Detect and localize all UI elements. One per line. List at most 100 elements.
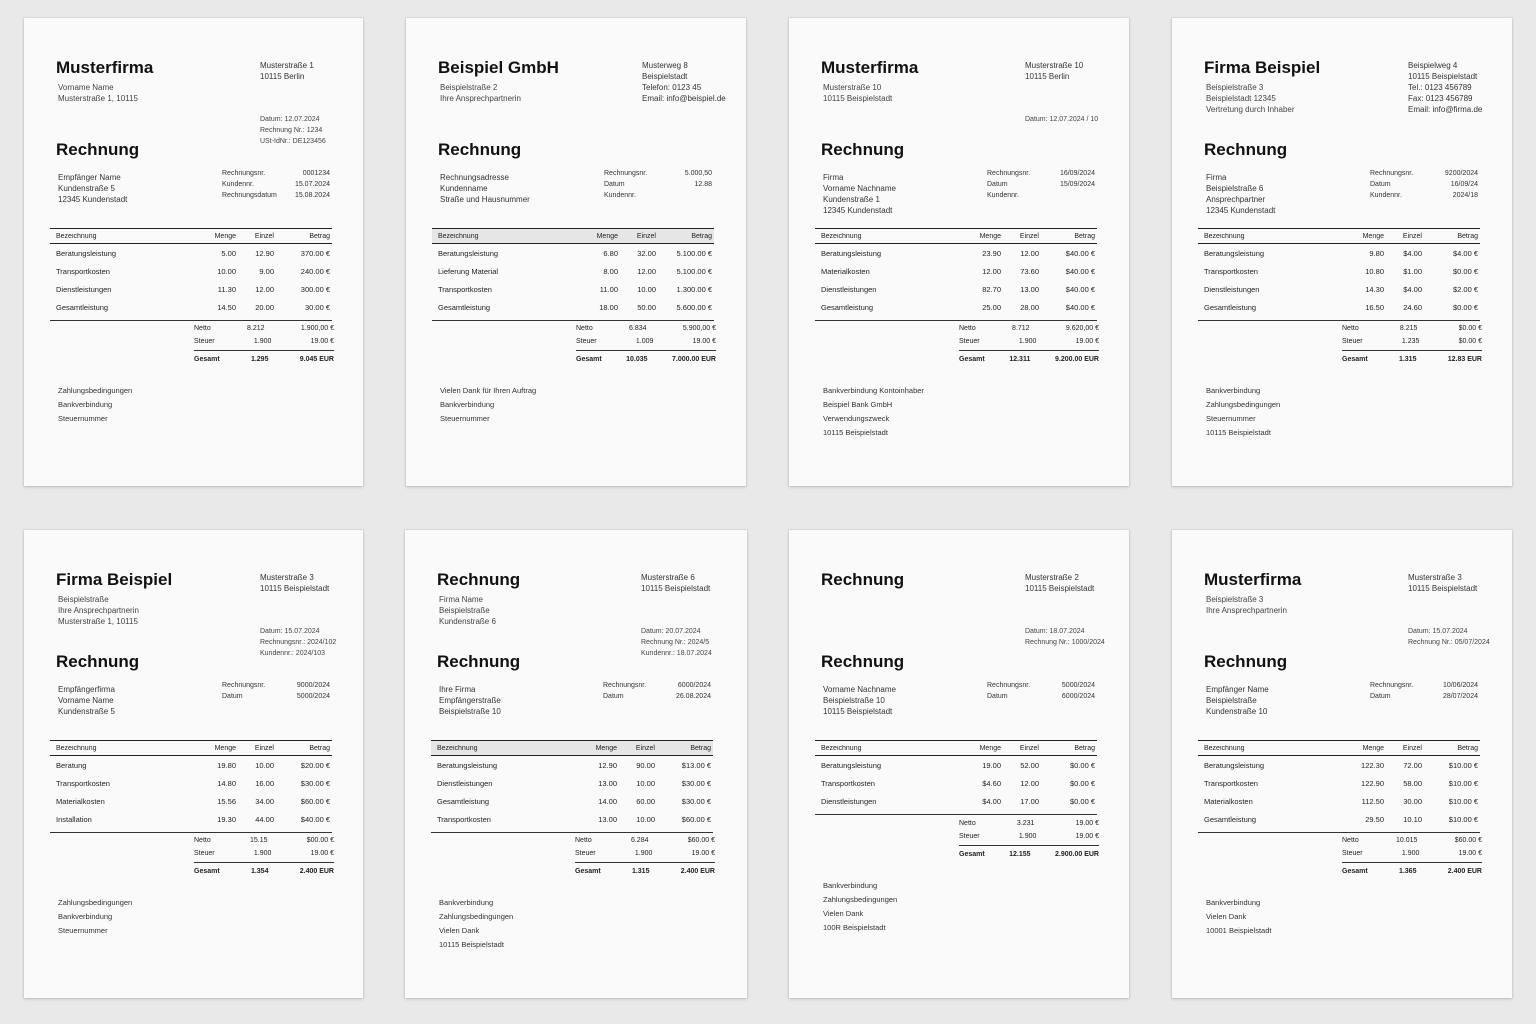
totals-cell: Netto bbox=[576, 325, 593, 332]
totals-row: Gesamt 1.295 9.045 EUR bbox=[194, 350, 334, 366]
recipient-line: Kundenstraße 5 bbox=[58, 707, 115, 716]
totals-cell: Netto bbox=[959, 820, 976, 827]
company-subtitle: Beispielstraße 3 Beispielstadt 12345 Vertr… bbox=[1206, 82, 1295, 115]
table-cell: 6.80 bbox=[603, 249, 618, 258]
subtitle-line: Vorname Name bbox=[58, 83, 114, 92]
table-cell: $10.00 € bbox=[1448, 797, 1478, 806]
table-cell: Dienstleistungen bbox=[1204, 285, 1260, 294]
info-value: 0001234 bbox=[302, 170, 330, 177]
invoice-footer: Zahlungsbedingungen Bankverbindung Steuern… bbox=[58, 896, 132, 938]
totals-cell: 8.212 bbox=[247, 325, 265, 332]
table-cell: 9.80 bbox=[1369, 249, 1384, 258]
footer-line: Vielen Dank bbox=[439, 926, 480, 935]
totals-cell: Gesamt bbox=[194, 356, 220, 363]
info-label: Rechnungsnr. bbox=[603, 682, 647, 689]
table-cell: $40.00 € bbox=[300, 815, 330, 824]
totals-cell: Steuer bbox=[576, 338, 597, 345]
totals-cell: 1.900 bbox=[253, 850, 272, 857]
info-value: 2024/18 bbox=[1452, 192, 1478, 199]
recipient-line: Empfängerfirma bbox=[58, 685, 115, 694]
table-cell: Beratungsleistung bbox=[437, 761, 498, 770]
table-row: Installation 19.30 44.00 $40.00 € bbox=[50, 810, 332, 828]
table-row: Dienstleistungen 82.70 13.00 $40.00 € bbox=[815, 280, 1097, 298]
info-value: 5000/2024 bbox=[1061, 682, 1095, 689]
address-line: 10115 Beispielstadt bbox=[1408, 584, 1478, 593]
totals-cell: Gesamt bbox=[1342, 868, 1368, 875]
totals-row: Gesamt 1.315 2.400 EUR bbox=[575, 862, 715, 878]
company-name: Musterfirma bbox=[1204, 570, 1302, 589]
info-row: Kundennr. 2024/18 bbox=[1370, 190, 1478, 201]
info-row: Datum 28/07/2024 bbox=[1370, 691, 1478, 702]
table-cell: 60.00 bbox=[636, 797, 655, 806]
company-name: Firma Beispiel bbox=[56, 570, 173, 589]
address-line: Musterstraße 3 bbox=[260, 573, 314, 582]
table-cell: $4.00 € bbox=[1452, 249, 1478, 258]
info-value: 10/06/2024 bbox=[1442, 682, 1478, 689]
info-value: 12.88 bbox=[694, 181, 712, 188]
table-cell: Beratungsleistung bbox=[821, 761, 882, 770]
recipient-line: Vorname Nachname bbox=[823, 184, 896, 193]
table-cell: 5.00 bbox=[221, 249, 236, 258]
table-row: Transportkosten 11.00 10.00 1.300.00 € bbox=[432, 280, 714, 298]
table-cell: Beratungsleistung bbox=[821, 249, 882, 258]
totals-block: Netto 3.231 19.00 € Steuer 1.900 19.00 € Gesam… bbox=[959, 817, 1099, 861]
table-cell: Beratungsleistung bbox=[56, 249, 117, 258]
table-cell: $2.00 € bbox=[1452, 285, 1478, 294]
meta-line: Rechnung Nr.: 1000/2024 bbox=[1025, 639, 1105, 646]
table-cell: 12.90 bbox=[255, 249, 274, 258]
meta-line: Rechnung Nr.: 1234 bbox=[260, 127, 323, 134]
footer-line: Beispiel Bank GmbH bbox=[823, 400, 893, 409]
info-value: 16/09/2024 bbox=[1059, 170, 1095, 177]
meta-line: Kundennr.: 18.07.2024 bbox=[641, 650, 712, 657]
table-row: Dienstleistungen 14.30 $4.00 $2.00 € bbox=[1198, 280, 1480, 298]
invoice-grid: Musterfirma Vorname Name Musterstraße 1, 1… bbox=[0, 0, 1536, 1024]
table-cell: 30.00 bbox=[1403, 797, 1422, 806]
recipient-line: Firma bbox=[1206, 173, 1227, 182]
recipient-address: Firma Beispielstraße 6 Ansprechpartner 1234… bbox=[1206, 172, 1275, 216]
totals-row: Gesamt 12.155 2.900.00 EUR bbox=[959, 845, 1099, 861]
column-header: Bezeichnung bbox=[1204, 233, 1245, 240]
info-label: Rechnungsnr. bbox=[1370, 170, 1414, 177]
table-cell: 29.50 bbox=[1365, 815, 1384, 824]
totals-cell: Netto bbox=[194, 837, 211, 844]
totals-cell: Gesamt bbox=[959, 851, 985, 858]
totals-row: Steuer 1.900 19.00 € bbox=[959, 335, 1099, 348]
meta-line: Rechnungsnr.: 2024/102 bbox=[260, 639, 337, 646]
totals-block: Netto 8.212 1.900,00 € Steuer 1.900 19.00 € Ge… bbox=[194, 322, 334, 366]
info-value: 15.07.2024 bbox=[294, 181, 330, 188]
company-subtitle: Musterstraße 10 10115 Beispielstadt bbox=[823, 82, 892, 104]
column-header: Betrag bbox=[1457, 233, 1478, 240]
recipient-address: Vorname Nachname Beispielstraße 10 10115 B… bbox=[823, 684, 896, 717]
subtitle-line: Vertretung durch Inhaber bbox=[1206, 105, 1295, 114]
table-cell: 14.80 bbox=[217, 779, 236, 788]
sender-address: Musterstraße 6 10115 Beispielstadt bbox=[641, 572, 710, 594]
table-cell: $40.00 € bbox=[1065, 285, 1095, 294]
table-cell: 25.00 bbox=[982, 303, 1001, 312]
table-cell: 5.100.00 € bbox=[676, 249, 712, 258]
table-row: Gesamtleistung 16.50 24.60 $0.00 € bbox=[1198, 298, 1480, 316]
invoice-page: Firma Beispiel Beispielstraße 3 Beispielst… bbox=[1172, 18, 1512, 486]
totals-cell: 9.620,00 € bbox=[1065, 325, 1099, 332]
subtitle-line: Musterstraße 1, 10115 bbox=[58, 617, 138, 626]
info-row: Datum 26.08.2024 bbox=[603, 691, 711, 702]
invoice-footer: Bankverbindung Vielen Dank 10001 Beispiels… bbox=[1206, 896, 1271, 938]
line-items-table: Bezeichnung Menge Einzel Betrag Beratungslei… bbox=[50, 228, 332, 321]
info-row: Rechnungsnr. 5000/2024 bbox=[987, 680, 1095, 691]
address-line: Email: info@beispiel.de bbox=[642, 94, 726, 103]
totals-cell: 19.00 € bbox=[310, 850, 334, 857]
column-header: Bezeichnung bbox=[821, 745, 862, 752]
totals-cell: 1.009 bbox=[635, 338, 654, 345]
table-cell: $40.00 € bbox=[1065, 267, 1095, 276]
address-line: Fax: 0123 456789 bbox=[1408, 94, 1473, 103]
company-name: Rechnung bbox=[437, 570, 521, 589]
table-row: Dienstleistungen 13.00 10.00 $30.00 € bbox=[431, 774, 713, 792]
recipient-address: Empfänger Name Beispielstraße Kundenstraße… bbox=[1206, 684, 1269, 717]
table-row: Gesamtleistung 14.50 20.00 30.00 € bbox=[50, 298, 332, 316]
table-cell: 28.00 bbox=[1020, 303, 1039, 312]
totals-cell: $0.00 € bbox=[1458, 338, 1482, 345]
info-label: Kundennr. bbox=[987, 192, 1019, 199]
sender-address: Musterstraße 10 10115 Berlin bbox=[1025, 60, 1083, 82]
totals-row: Netto 6.284 $60.00 € bbox=[575, 834, 715, 847]
table-cell: 19.00 bbox=[982, 761, 1001, 770]
info-row: Datum 15/09/2024 bbox=[987, 179, 1095, 190]
